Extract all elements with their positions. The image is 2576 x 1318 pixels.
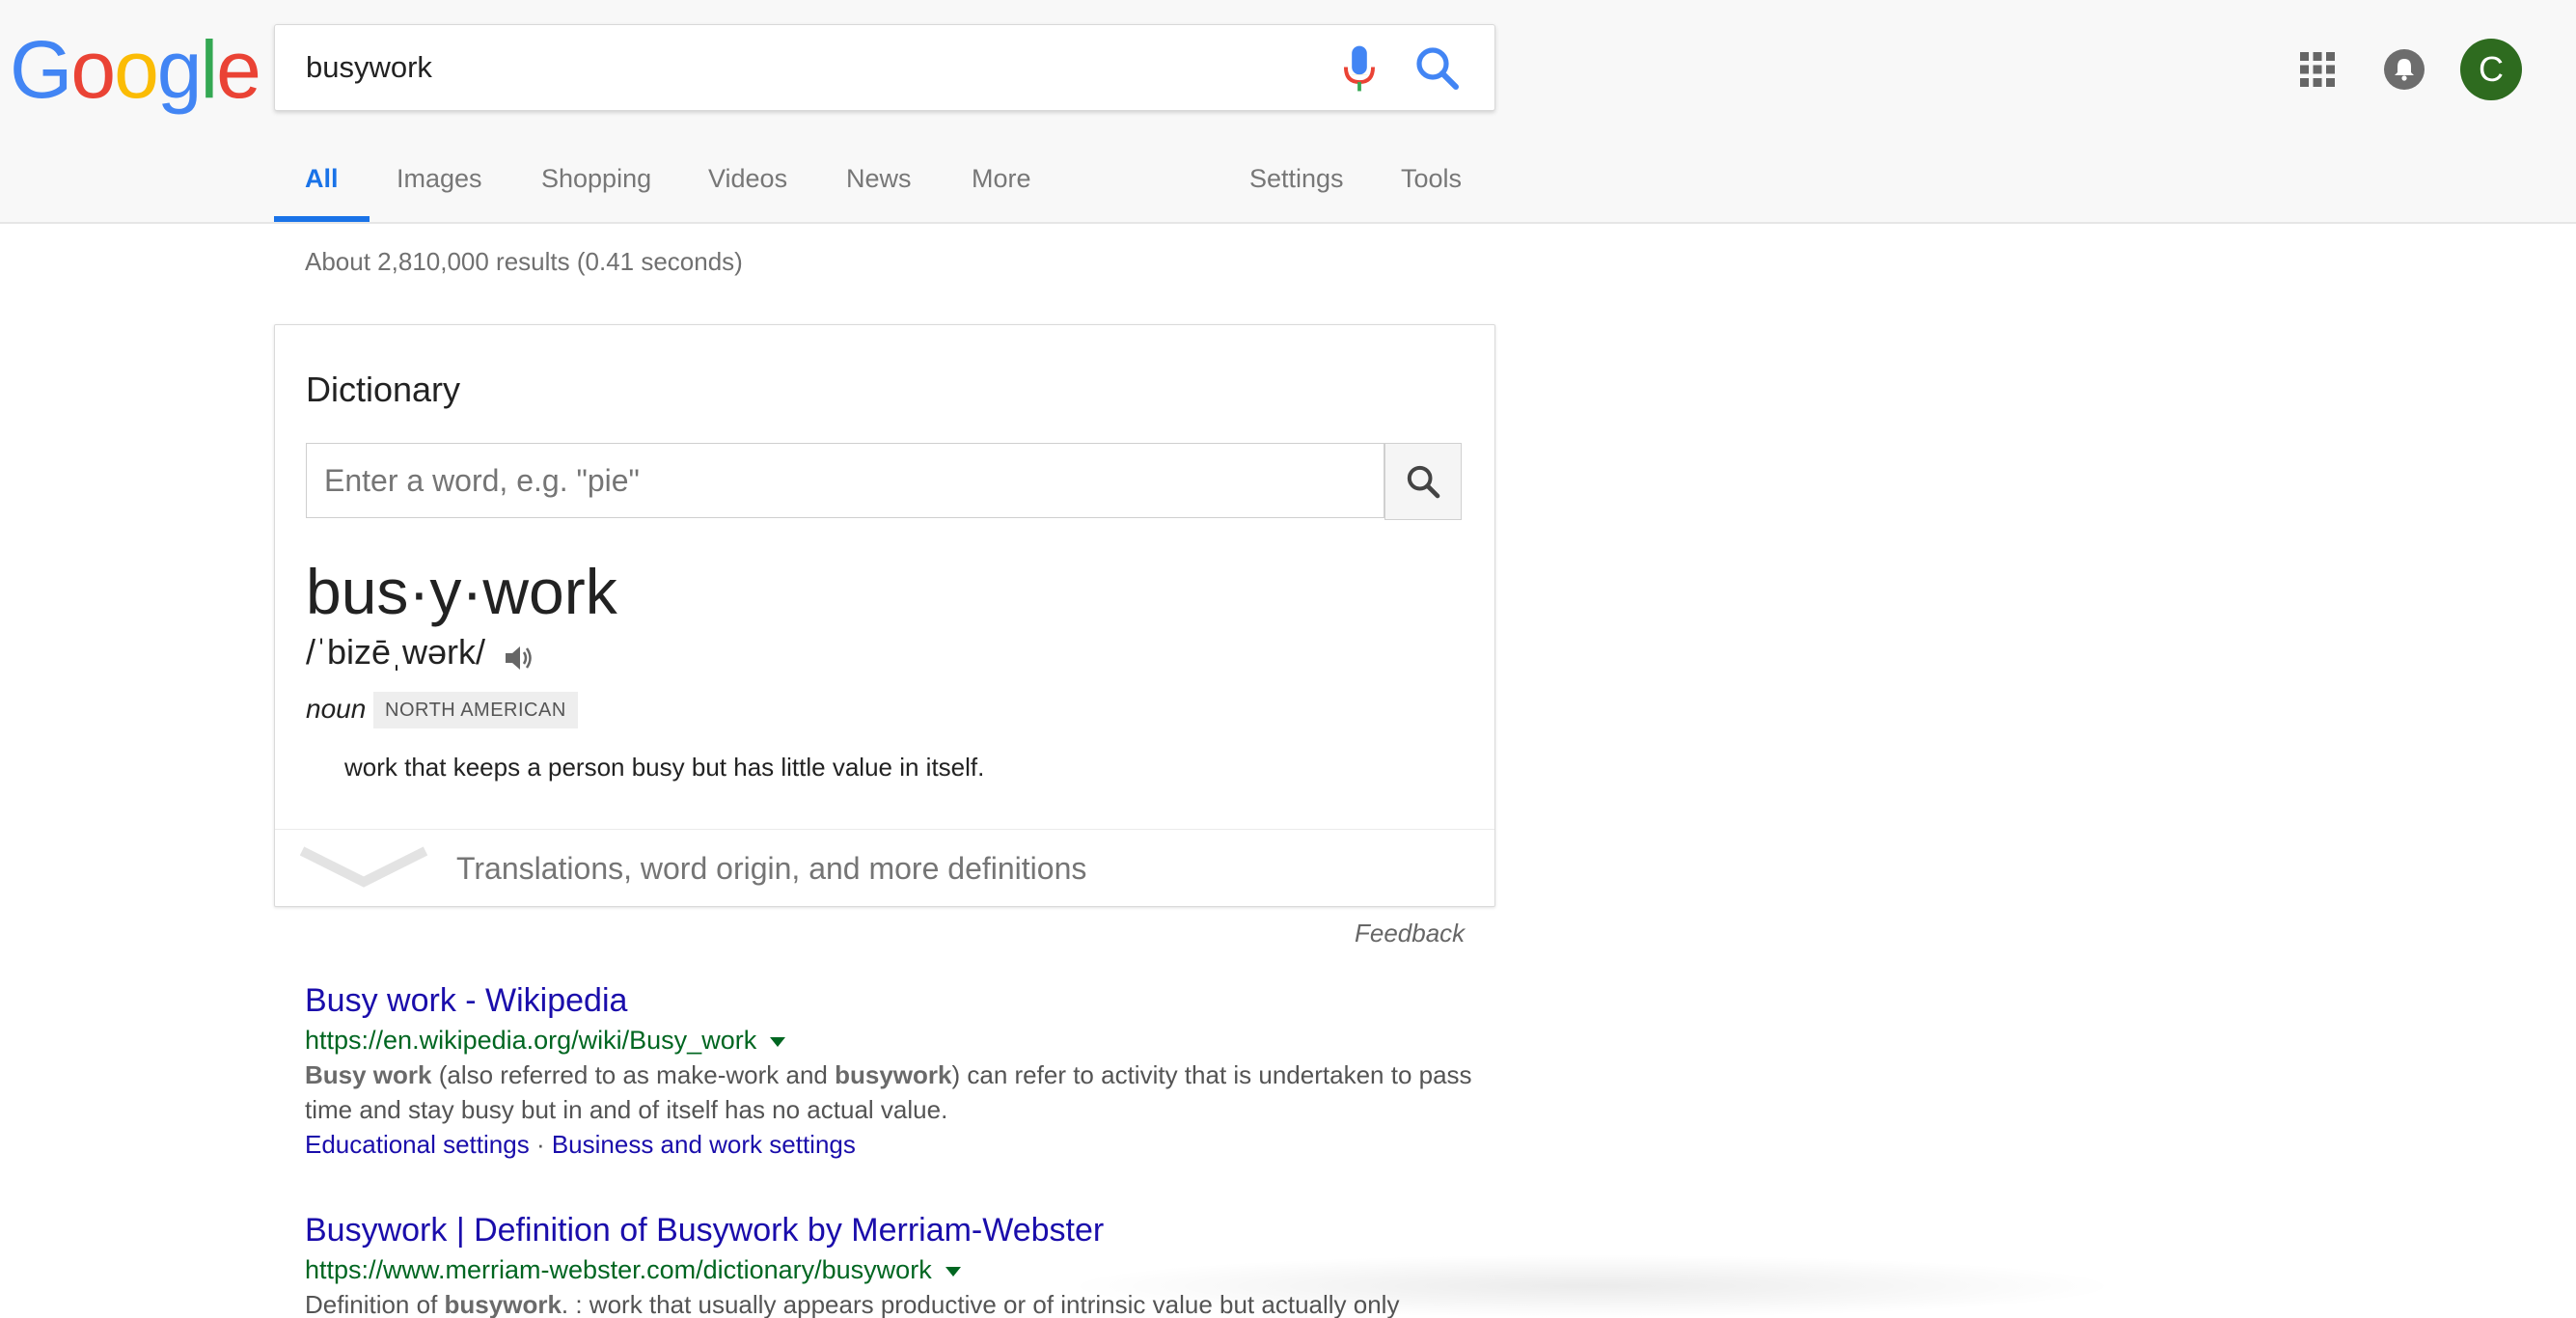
dictionary-word-input[interactable]	[306, 443, 1384, 518]
snippet-text: Definition of	[305, 1290, 445, 1318]
logo-letter: l	[200, 24, 219, 115]
sitelink-business-work-settings[interactable]: Business and work settings	[552, 1130, 856, 1159]
tab-tools[interactable]: Tools	[1401, 145, 1462, 222]
more-definitions-toggle[interactable]: Translations, word origin, and more defi…	[275, 829, 1494, 907]
url-dropdown-arrow-icon[interactable]	[945, 1266, 961, 1277]
tab-news[interactable]: News	[846, 145, 912, 222]
result-stats: About 2,810,000 results (0.41 seconds)	[305, 247, 743, 276]
part-of-speech: noun	[306, 694, 367, 724]
result-title-link[interactable]: Busywork | Definition of Busywork by Mer…	[305, 1208, 1492, 1252]
dictionary-title: Dictionary	[306, 370, 461, 409]
dictionary-pronunciation: /ˈbizēˌwərk/	[306, 632, 486, 672]
logo-letter: G	[10, 24, 72, 115]
definition-text: work that keeps a person busy but has li…	[344, 753, 985, 782]
result-url: https://en.wikipedia.org/wiki/Busy_work	[305, 1023, 1492, 1057]
account-avatar[interactable]: C	[2460, 39, 2522, 100]
tab-all[interactable]: All	[274, 145, 369, 222]
chevron-down-icon	[300, 846, 427, 888]
snippet-bold: Busy work	[305, 1060, 432, 1089]
sitelinks: Educational settings · Business and work…	[305, 1127, 1492, 1162]
dictionary-card: Dictionary bus·y·work /ˈbizēˌwərk/ noun …	[274, 324, 1495, 907]
logo-letter: e	[216, 24, 261, 115]
search-icon	[1407, 465, 1440, 499]
notifications-bell-icon[interactable]	[2383, 48, 2425, 91]
tab-images[interactable]: Images	[397, 145, 482, 222]
tab-videos[interactable]: Videos	[708, 145, 787, 222]
sitelink-separator: ·	[529, 1130, 552, 1159]
result-snippet: Busy work (also referred to as make-work…	[305, 1057, 1492, 1127]
search-icon[interactable]	[1413, 44, 1460, 91]
microphone-icon[interactable]	[1338, 44, 1381, 93]
result-url-text: https://www.merriam-webster.com/dictiona…	[305, 1255, 932, 1284]
more-definitions-label: Translations, word origin, and more defi…	[456, 851, 1087, 886]
snippet-bold: busywork	[444, 1290, 562, 1318]
feedback-link[interactable]: Feedback	[1355, 919, 1465, 948]
header: Google busywork C All Images Shopping Vi…	[0, 0, 2576, 224]
logo-letter: g	[156, 24, 203, 115]
region-badge: NORTH AMERICAN	[373, 692, 578, 728]
google-logo[interactable]: Google	[10, 21, 261, 118]
search-result: Busywork | Definition of Busywork by Mer…	[305, 1208, 1492, 1318]
search-box[interactable]: busywork	[274, 24, 1495, 111]
logo-letter: o	[70, 24, 116, 115]
dictionary-search-button[interactable]	[1384, 443, 1462, 520]
snippet-text: (also referred to as make-work and	[431, 1060, 836, 1089]
result-url-text: https://en.wikipedia.org/wiki/Busy_work	[305, 1026, 757, 1055]
search-result: Busy work - Wikipedia https://en.wikiped…	[305, 978, 1492, 1162]
apps-grid-icon[interactable]	[2300, 52, 2335, 87]
tab-more[interactable]: More	[972, 145, 1031, 222]
tab-settings[interactable]: Settings	[1249, 145, 1344, 222]
speaker-icon[interactable]	[503, 642, 535, 674]
dictionary-headword: bus·y·work	[306, 556, 617, 627]
sitelink-educational-settings[interactable]: Educational settings	[305, 1130, 530, 1159]
search-input[interactable]: busywork	[306, 25, 432, 110]
tab-shopping[interactable]: Shopping	[541, 145, 651, 222]
snippet-bold: busywork	[835, 1060, 952, 1089]
url-dropdown-arrow-icon[interactable]	[770, 1036, 786, 1047]
snippet-text: . : work that usually appears productive…	[561, 1290, 1400, 1318]
result-url: https://www.merriam-webster.com/dictiona…	[305, 1252, 1492, 1287]
google-search-results-page: Google busywork C All Images Shopping Vi…	[0, 0, 2576, 1318]
result-title-link[interactable]: Busy work - Wikipedia	[305, 978, 1492, 1023]
result-snippet: Definition of busywork. : work that usua…	[305, 1287, 1492, 1318]
logo-letter: o	[114, 24, 159, 115]
